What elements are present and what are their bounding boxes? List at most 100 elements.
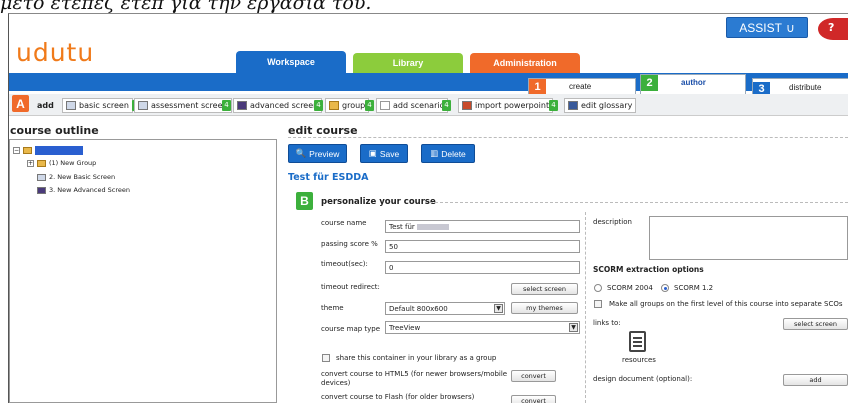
convert-flash-button[interactable]: convert — [511, 395, 556, 403]
search-icon: 🔍 — [295, 148, 307, 158]
count-badge: 4 — [222, 100, 231, 111]
course-title: Test für ESDDA — [288, 172, 369, 183]
scorm-2004-label: SCORM 2004 — [607, 284, 653, 292]
tab-library[interactable]: Library — [353, 53, 463, 73]
tree-root[interactable]: − — [13, 146, 83, 155]
timeout-input[interactable]: 0 — [385, 261, 580, 274]
separate-scos-checkbox[interactable] — [594, 300, 602, 308]
divider — [425, 202, 848, 203]
scorm-12-label: SCORM 1.2 — [674, 284, 714, 292]
count-badge: 4 — [314, 100, 323, 111]
select-screen-button[interactable]: select screen — [511, 283, 578, 295]
count-badge: 4 — [442, 100, 451, 111]
resources-document-icon[interactable] — [629, 331, 646, 352]
chevron-down-icon: ▼ — [494, 304, 503, 313]
folder-icon — [37, 159, 46, 167]
share-container-label: share this container in your library as … — [336, 354, 497, 362]
subtab-author-label: author — [681, 78, 706, 87]
timeout-redirect-label: timeout redirect: — [321, 283, 380, 291]
advanced-screen-icon — [37, 186, 46, 194]
advanced-screen-icon — [237, 101, 247, 110]
screen-icon — [37, 173, 46, 181]
convert-flash-label: convert course to Flash (for older brows… — [321, 393, 475, 401]
scenario-icon — [380, 101, 390, 110]
count-badge: 4 — [365, 100, 374, 111]
chevron-down-icon: ▼ — [569, 323, 578, 332]
save-icon: ▣ — [368, 148, 377, 158]
trash-icon: ▥ — [430, 148, 439, 158]
course-map-type-select[interactable]: TreeView ▼ — [385, 321, 580, 334]
separate-scos-label: Make all groups on the first level of th… — [609, 300, 843, 308]
scorm-2004-radio[interactable] — [594, 284, 602, 292]
design-document-label: design document (optional): — [593, 375, 693, 383]
convert-html5-button[interactable]: convert — [511, 370, 556, 382]
screen-icon — [66, 101, 76, 110]
step-2-badge: 2 — [641, 75, 658, 91]
edit-glossary-button[interactable]: edit glossary — [564, 98, 637, 113]
add-basic-screen-button[interactable]: basic screen — [62, 98, 133, 113]
share-container-checkbox[interactable] — [322, 354, 330, 362]
tab-workspace[interactable]: Workspace — [236, 51, 346, 73]
add-assessment-screen-button[interactable]: assessment screen — [134, 98, 232, 113]
subtab-distribute[interactable]: 3 distribute — [752, 78, 848, 96]
count-badge: 4 — [549, 100, 558, 111]
course-map-type-label: course map type — [321, 325, 381, 333]
timeout-label: timeout(sec): — [321, 260, 368, 268]
tab-administration[interactable]: Administration — [470, 53, 580, 73]
add-group-button[interactable]: group — [325, 98, 370, 113]
resources-label[interactable]: resources — [622, 356, 656, 364]
collapse-icon[interactable]: − — [13, 147, 20, 154]
column-divider — [585, 212, 586, 403]
tree-item-group[interactable]: + (1) New Group — [27, 159, 96, 167]
headset-icon: ∪ — [785, 20, 795, 35]
scorm-options-title: SCORM extraction options — [593, 265, 704, 274]
course-root-selected[interactable] — [35, 146, 83, 155]
assessment-icon — [138, 101, 148, 110]
redacted-text — [416, 224, 449, 230]
add-label: add — [37, 101, 54, 110]
course-outline-panel: − + (1) New Group 2. New Basic Screen 3.… — [9, 139, 277, 403]
add-scenario-button[interactable]: add scenario — [376, 98, 449, 113]
course-name-input[interactable]: Test für — [385, 220, 580, 233]
udutu-logo: udutu — [16, 38, 95, 67]
scorm-12-radio[interactable] — [661, 284, 669, 292]
preview-button[interactable]: 🔍 Preview — [288, 144, 347, 163]
course-outline-title: course outline — [10, 124, 99, 137]
help-icon[interactable]: ? — [818, 18, 848, 40]
theme-label: theme — [321, 304, 344, 312]
add-advanced-screen-button[interactable]: advanced screen — [233, 98, 323, 113]
glossary-icon — [568, 101, 578, 110]
import-powerpoint-button[interactable]: import powerpoint — [458, 98, 554, 113]
subtab-create[interactable]: 1 create — [528, 78, 636, 95]
delete-button[interactable]: ▥ Delete — [421, 144, 475, 163]
step-1-badge: 1 — [529, 79, 546, 95]
edit-course-title: edit course — [288, 124, 358, 137]
design-document-add-button[interactable]: add — [783, 374, 848, 386]
expand-icon[interactable]: + — [27, 159, 34, 167]
section-a-badge: A — [12, 95, 29, 112]
tree-item-advanced-screen[interactable]: 3. New Advanced Screen — [37, 186, 130, 194]
save-button[interactable]: ▣ Save — [360, 144, 408, 163]
links-to-label: links to: — [593, 319, 621, 327]
udutu-app: μετο ετεπε̄ζ ετεπ για την εργασια του. u… — [0, 0, 848, 403]
folder-icon — [329, 101, 339, 110]
convert-html5-label: convert course to HTML5 (for newer brows… — [321, 370, 508, 387]
tree-item-basic-screen[interactable]: 2. New Basic Screen — [37, 173, 115, 181]
page-caption: μετο ετεπε̄ζ ετεπ για την εργασια του. — [0, 0, 372, 14]
powerpoint-icon — [462, 101, 472, 110]
links-select-screen-button[interactable]: select screen — [783, 318, 848, 330]
section-b-badge: B — [296, 192, 313, 210]
course-name-label: course name — [321, 219, 367, 227]
theme-select[interactable]: Default 800x600 ▼ — [385, 302, 505, 315]
description-textarea[interactable] — [649, 216, 848, 260]
assist-button[interactable]: ASSIST ∪ — [726, 17, 808, 38]
passing-score-label: passing score % — [321, 240, 378, 248]
passing-score-input[interactable]: 50 — [385, 240, 580, 253]
subtab-create-label: create — [569, 82, 592, 91]
course-folder-icon — [23, 147, 32, 154]
assist-label: ASSIST — [739, 20, 782, 35]
subtab-author[interactable]: 2 author — [640, 74, 746, 95]
my-themes-button[interactable]: my themes — [511, 302, 578, 314]
subtab-distribute-label: distribute — [789, 83, 822, 92]
personalize-title: personalize your course — [321, 197, 436, 207]
